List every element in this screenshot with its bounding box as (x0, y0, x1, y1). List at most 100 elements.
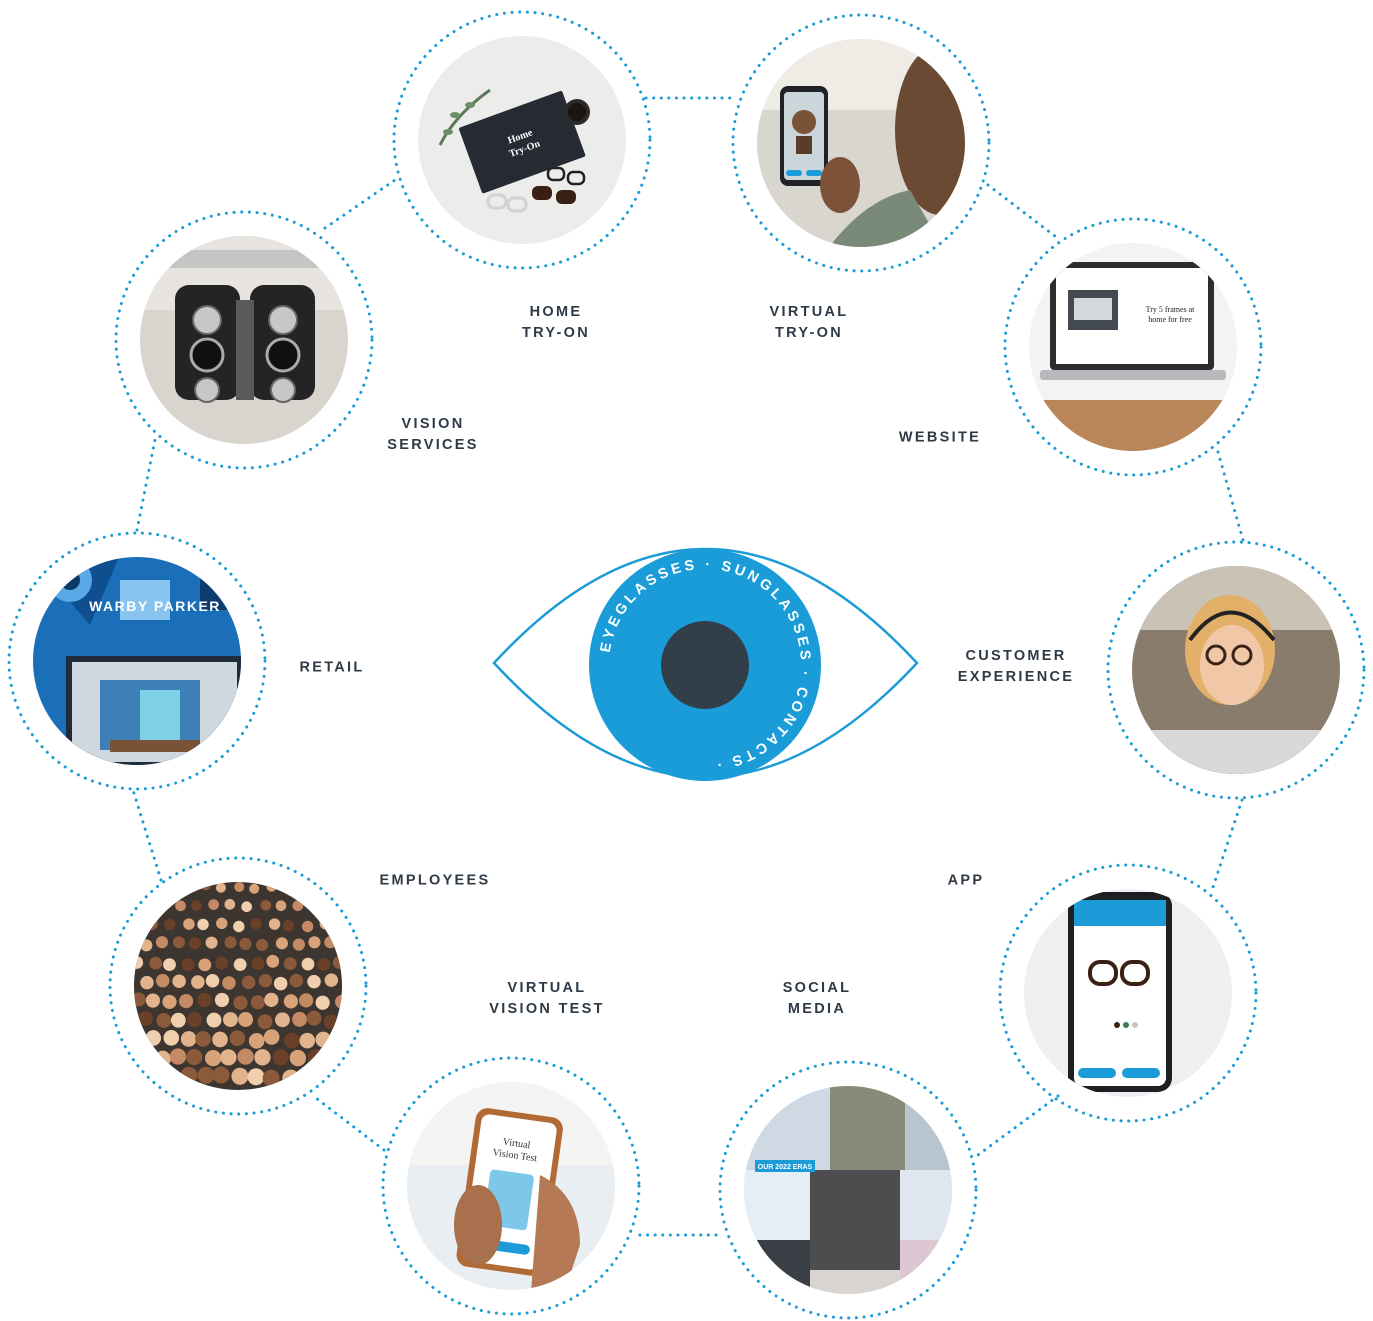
crowd-face (283, 882, 294, 892)
crowd-face (266, 954, 280, 968)
app-photo (1024, 889, 1232, 1097)
crowd-face (325, 901, 337, 913)
crowd-face (302, 882, 313, 892)
crowd-face (156, 1012, 172, 1028)
crowd-face (307, 974, 321, 989)
crowd-face (164, 918, 176, 931)
crowd-face (180, 1031, 197, 1047)
crowd-face (284, 1032, 300, 1049)
crowd-face (233, 995, 248, 1010)
crowd-face (134, 1029, 145, 1046)
crowd-face (273, 976, 288, 991)
crowd-face (206, 1012, 222, 1028)
label-retail: RETAIL (299, 659, 365, 676)
crowd-face (172, 936, 186, 949)
crowd-face (182, 882, 193, 892)
crowd-face (140, 975, 154, 990)
crowd-face (319, 917, 332, 930)
crowd-face (172, 974, 186, 989)
connector-line (1210, 798, 1244, 892)
crowd-face (249, 883, 260, 894)
crowd-face (222, 1012, 238, 1027)
crowd-face (323, 1048, 341, 1066)
crowd-face (283, 957, 297, 971)
crowd-face (138, 1050, 155, 1067)
label-employees: EMPLOYEES (379, 872, 491, 889)
crowd-face (169, 1048, 187, 1065)
crowd-face (198, 958, 212, 972)
crowd-face (289, 973, 304, 988)
crowd-face (216, 917, 228, 930)
crowd-face (336, 882, 342, 892)
crowd-face (301, 957, 315, 971)
connector-line (976, 1094, 1060, 1157)
crowd-face (180, 1066, 198, 1084)
crowd-face (237, 1048, 254, 1065)
connector-line (135, 438, 157, 532)
crowd-face (200, 882, 211, 891)
crowd-face (275, 937, 289, 950)
crowd-face (248, 1033, 265, 1049)
crowd-face (238, 1012, 254, 1027)
crowd-face (149, 956, 163, 970)
crowd-face (282, 1069, 300, 1087)
crowd-face (170, 1012, 186, 1028)
employees-photo (134, 882, 357, 1090)
crowd-face (262, 1069, 280, 1087)
crowd-face (134, 882, 142, 893)
crowd-face (257, 1014, 273, 1030)
website-photo: Try 5 frames at home for free (1029, 243, 1237, 451)
crowd-face (233, 920, 245, 933)
crowd-face (320, 882, 331, 892)
virtual-try-on-photo (757, 39, 965, 247)
center-eye: EYEGLASSES · SUNGLASSES · CONTACTS · (492, 547, 919, 781)
crowd-face (343, 975, 357, 989)
crowd-face (215, 882, 226, 893)
crowd-face (275, 1012, 290, 1028)
crowd-face (155, 936, 169, 949)
crowd-face (247, 1068, 265, 1086)
crowd-face (195, 1031, 211, 1047)
crowd-face (332, 956, 342, 969)
home-try-on-photo: Home Try-On (418, 36, 626, 244)
social-media-photo: OUR 2022 ERAS (744, 1086, 952, 1294)
crowd-face (163, 1069, 181, 1087)
crowd-face (204, 1049, 222, 1067)
crowd-face (250, 917, 262, 930)
crowd-face (251, 957, 265, 970)
crowd-face (231, 1067, 249, 1085)
label-virtual-try-on: VIRTUAL TRY-ON (769, 304, 849, 341)
crowd-face (197, 918, 209, 931)
crowd-face (229, 1030, 246, 1047)
crowd-face (315, 995, 330, 1010)
crowd-face (307, 1049, 324, 1066)
virtual-vision-test-photo: Virtual Vision Test (407, 1082, 615, 1290)
crowd-face (333, 917, 342, 929)
crowd-face (234, 882, 245, 892)
retail-photo: WARBY PARKER (33, 557, 241, 765)
svg-text:OUR 2022 ERAS: OUR 2022 ERAS (758, 1164, 813, 1171)
crowd-face (272, 1049, 289, 1066)
crowd-face (306, 1010, 322, 1026)
crowd-face (241, 901, 252, 913)
crowd-face (263, 1029, 280, 1045)
crowd-face (205, 936, 218, 949)
crowd-face (137, 1011, 153, 1026)
crowd-face (308, 936, 321, 949)
crowd-face (255, 938, 269, 952)
crowd-face (134, 992, 146, 1007)
crowd-face (208, 899, 219, 910)
crowd-face (266, 882, 277, 892)
crowd-face (334, 1069, 342, 1087)
label-social-media: SOCIAL MEDIA (782, 980, 852, 1017)
crowd-face (134, 919, 144, 932)
crowd-face (179, 994, 194, 1009)
crowd-face (215, 956, 229, 970)
crowd-face (145, 1030, 162, 1046)
crowd-face (214, 992, 230, 1008)
crowd-face (183, 918, 195, 930)
crowd-face (197, 1066, 215, 1084)
crowd-face (191, 975, 205, 989)
crowd-face (250, 995, 265, 1010)
crowd-face (260, 899, 272, 911)
